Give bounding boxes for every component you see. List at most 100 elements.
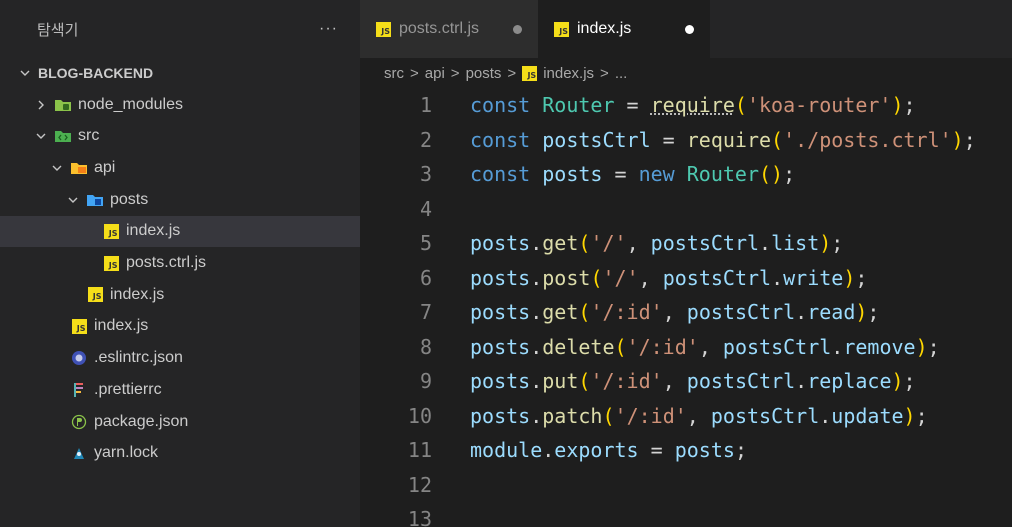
chevron-down-icon[interactable] [32,130,50,142]
code-text: posts.get('/', postsCtrl.list); [470,231,843,255]
posts-folder-icon [86,192,104,208]
code-token: ( [771,127,784,152]
code-line[interactable]: 10 posts.patch('/:id', postsCtrl.update); [360,399,1012,434]
code-editor[interactable]: 1 const Router = require('koa-router'); 2 c… [360,88,1012,527]
tree-item-src[interactable]: src [0,120,360,152]
code-token: get [542,300,579,325]
chevron-down-icon[interactable] [64,194,82,206]
code-line[interactable]: 2 const postsCtrl = require('./posts.ctrl… [360,123,1012,158]
tab-index-js[interactable]: JS index.js [538,0,710,58]
code-token: ; [855,265,868,290]
code-token: '/:id' [626,334,699,359]
code-token: new [638,162,687,187]
code-token: . [831,334,844,359]
tree-item-eslintrc-json[interactable]: .eslintrc.json [0,342,360,374]
code-token: postsCtrl [686,300,796,325]
tree-item-yarn-lock[interactable]: yarn.lock [0,437,360,469]
tree-item-prettierrc[interactable]: .prettierrc [0,374,360,406]
tab-posts-ctrl-js[interactable]: JS posts.ctrl.js [360,0,538,58]
breadcrumb-item[interactable]: posts [466,65,502,82]
code-token: ( [578,369,591,394]
code-line[interactable]: 5 posts.get('/', postsCtrl.list); [360,226,1012,261]
breadcrumb-item[interactable]: api [425,65,445,82]
code-line[interactable]: 13 [360,502,1012,527]
code-token: read [807,300,856,325]
code-token: './posts.ctrl' [783,127,952,152]
code-token: ; [903,369,916,394]
code-line[interactable]: 12 [360,468,1012,503]
breadcrumb-separator: > [450,64,460,82]
tree-item-node-modules[interactable]: node_modules [0,89,360,121]
code-token: ( [590,265,603,290]
js-file-icon: JS [522,65,538,81]
code-token: = [614,93,651,118]
code-token: postsCtrl [686,369,796,394]
tree-item-package-json[interactable]: package.json [0,406,360,438]
chevron-down-icon[interactable] [48,162,66,174]
code-token: posts [470,403,531,428]
tree-item-index-js[interactable]: JS index.js [0,311,360,343]
code-token: require [650,93,735,118]
tree-item-label: index.js [126,222,181,240]
code-line[interactable]: 6 posts.post('/', postsCtrl.write); [360,261,1012,296]
line-number: 10 [407,403,432,428]
unsaved-dot-icon[interactable] [685,24,694,34]
code-line[interactable]: 7 posts.get('/:id', postsCtrl.read); [360,295,1012,330]
code-token: delete [542,334,615,359]
code-token: = [602,162,639,187]
code-token: posts [674,438,735,463]
code-text: const Router = require('koa-router'); [470,93,916,117]
code-token: , [662,300,687,325]
breadcrumb-separator: > [410,64,419,82]
tree-item-index-js[interactable]: JS index.js [0,279,360,311]
code-token: , [662,369,687,394]
more-actions-icon[interactable]: ··· [319,20,338,38]
chevron-down-icon[interactable] [16,67,34,79]
code-line[interactable]: 8 posts.delete('/:id', postsCtrl.remove); [360,330,1012,365]
code-line[interactable]: 4 [360,192,1012,227]
code-token: ; [867,300,880,325]
unsaved-dot-icon[interactable] [513,24,522,34]
code-token: exports [554,438,639,463]
breadcrumb-item[interactable]: ... [615,65,628,82]
code-token: ) [891,93,904,118]
code-text: const posts = new Router(); [470,162,795,186]
chevron-right-icon[interactable] [32,99,50,111]
node-folder-icon [54,97,72,113]
tree-item-api[interactable]: api [0,152,360,184]
code-token: ( [614,334,627,359]
code-line[interactable]: 1 const Router = require('koa-router'); [360,88,1012,123]
tree-item-index-js[interactable]: JS index.js [0,215,360,248]
breadcrumb-item[interactable]: index.js [543,65,594,82]
code-line[interactable]: 9 posts.put('/:id', postsCtrl.replace); [360,364,1012,399]
code-token: const [470,127,543,152]
code-line[interactable]: 11 module.exports = posts; [360,433,1012,468]
code-token: , [686,403,711,428]
line-number: 12 [407,472,432,497]
code-token: ; [903,93,916,118]
code-token: get [542,231,579,256]
prettier-icon [70,382,88,398]
code-token: . [771,265,784,290]
code-token: Router [686,162,760,187]
code-token: . [795,369,808,394]
tree-item-posts[interactable]: posts [0,184,360,216]
tree-item-label: BLOG-BACKEND [38,64,154,81]
code-text: posts.put('/:id', postsCtrl.replace); [470,369,916,393]
tree-item-label: posts [110,190,149,208]
tab-label: posts.ctrl.js [399,20,480,37]
js-file-icon: JS [86,287,104,303]
code-token: post [542,265,591,290]
tree-item-label: posts.ctrl.js [126,254,207,272]
breadcrumb-item[interactable]: src [384,65,404,82]
code-token: posts [470,369,531,394]
breadcrumb-separator: > [507,64,517,82]
code-token: posts [542,162,603,187]
code-token: () [759,162,784,187]
tree-item-blog-backend[interactable]: BLOG-BACKEND [0,57,360,89]
code-token: = [650,127,687,152]
code-text: const postsCtrl = require('./posts.ctrl'… [470,128,976,152]
tree-item-posts-ctrl-js[interactable]: JS posts.ctrl.js [0,247,360,279]
tree-item-label: .prettierrc [94,380,162,398]
code-line[interactable]: 3 const posts = new Router(); [360,157,1012,192]
